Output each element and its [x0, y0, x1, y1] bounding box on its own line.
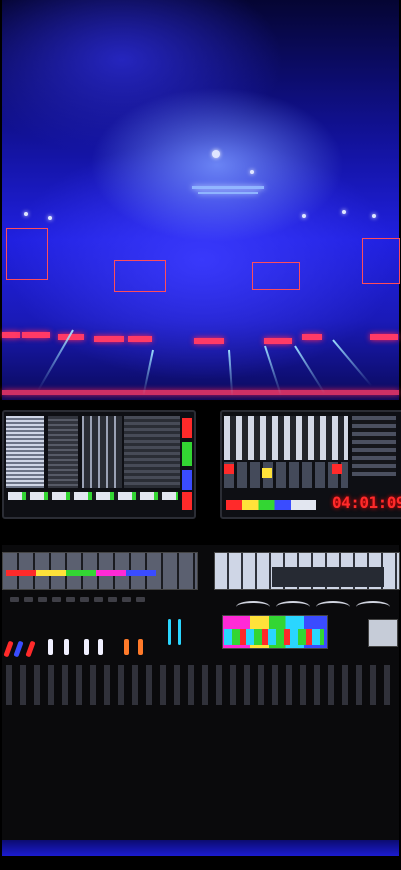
key[interactable] — [52, 597, 61, 602]
console-screen-lower — [224, 629, 324, 645]
led-strip — [264, 338, 292, 344]
stand-light — [24, 212, 28, 216]
yellow-button — [262, 468, 272, 478]
stadium-scene — [2, 0, 400, 400]
right-monitor: 04:01:09 — [220, 410, 401, 519]
key[interactable] — [80, 597, 89, 602]
fader-orange[interactable] — [138, 639, 143, 655]
center-truss-lower — [198, 192, 258, 194]
fader-white[interactable] — [48, 639, 53, 655]
color-swatch-row — [6, 570, 156, 576]
color-bar — [226, 500, 316, 510]
red-button — [332, 464, 342, 474]
light-beam — [332, 339, 373, 387]
stand-light — [48, 216, 52, 220]
fader-orange[interactable] — [124, 639, 129, 655]
encoder-wheel[interactable] — [276, 601, 310, 613]
led-strip-bottom — [2, 390, 399, 395]
data-table — [6, 416, 44, 488]
color-strip — [182, 442, 192, 466]
left-rig-arm — [114, 260, 166, 292]
light-beam — [264, 345, 283, 396]
key[interactable] — [24, 597, 33, 602]
key[interactable] — [38, 597, 47, 602]
spotlight — [250, 170, 254, 174]
led-strip — [22, 332, 50, 338]
encoder-wheel[interactable] — [236, 601, 270, 613]
color-strip — [182, 418, 192, 438]
left-rig — [6, 228, 48, 280]
data-table — [82, 416, 122, 488]
key[interactable] — [136, 597, 145, 602]
fader-cyan[interactable] — [168, 619, 171, 645]
lighting-console — [2, 545, 400, 845]
button-row — [8, 492, 178, 500]
executor-grid — [224, 416, 348, 460]
left-monitor — [2, 410, 196, 519]
fader-red[interactable] — [3, 640, 14, 658]
console-side-panel — [368, 619, 398, 647]
led-strip — [370, 334, 398, 340]
executor-grid — [224, 462, 348, 488]
led-strip — [94, 336, 124, 342]
fader-red[interactable] — [25, 640, 36, 658]
key[interactable] — [10, 597, 19, 602]
light-beam — [142, 349, 154, 396]
led-strip — [2, 332, 20, 338]
encoder-wheel[interactable] — [356, 601, 390, 613]
right-rig — [362, 238, 400, 284]
fader-white[interactable] — [98, 639, 103, 655]
stand-light — [342, 210, 346, 214]
led-strip — [194, 338, 224, 344]
light-beam — [37, 329, 74, 392]
side-panel — [352, 416, 396, 476]
right-rig-arm — [252, 262, 300, 290]
color-strip — [182, 470, 192, 490]
center-truss — [192, 186, 264, 189]
spotlight — [212, 150, 220, 158]
fader-white[interactable] — [64, 639, 69, 655]
key[interactable] — [108, 597, 117, 602]
encoder-wheel[interactable] — [316, 601, 350, 613]
led-strip — [128, 336, 152, 342]
light-beam — [294, 345, 326, 395]
led-strip — [302, 334, 322, 340]
key[interactable] — [122, 597, 131, 602]
key[interactable] — [66, 597, 75, 602]
keypad-row — [6, 665, 396, 705]
fader-cyan[interactable] — [178, 619, 181, 645]
photo-frame: 04:01:09 — [0, 0, 401, 870]
timecode-display: 04:01:09 — [332, 493, 401, 512]
key[interactable] — [94, 597, 103, 602]
data-table — [124, 416, 180, 488]
red-button — [224, 464, 234, 474]
data-table — [48, 416, 78, 488]
color-strip — [182, 492, 192, 510]
stand-light — [302, 214, 306, 218]
fader-blue[interactable] — [13, 640, 24, 658]
stand-light — [372, 214, 376, 218]
console-screen-window — [272, 567, 384, 587]
floor-light — [2, 840, 399, 856]
fader-white[interactable] — [84, 639, 89, 655]
